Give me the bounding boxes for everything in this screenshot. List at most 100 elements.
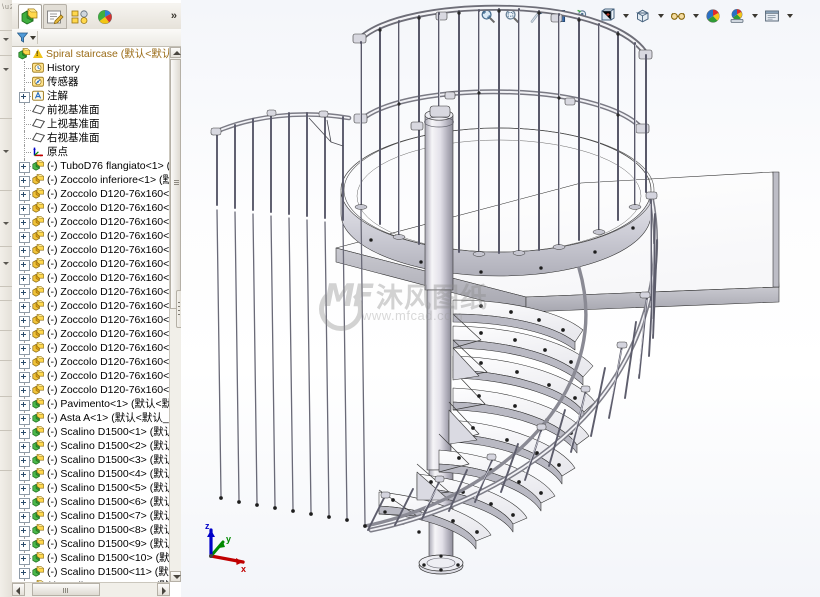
filter-dropdown-arrow[interactable]: [30, 36, 36, 40]
toolbar-overflow-arrow[interactable]: [3, 150, 9, 153]
tree-item[interactable]: 原点: [12, 145, 170, 159]
tree-item[interactable]: (-) Scalino D1500<10> (默认: [12, 551, 170, 565]
tree-item[interactable]: (-) Zoccolo D120-76x160<7: [12, 271, 170, 285]
tree-expander[interactable]: [19, 344, 30, 355]
tree-item[interactable]: (-) Zoccolo D120-76x160<6: [12, 257, 170, 271]
tree-expander[interactable]: [19, 260, 30, 271]
tree-expander[interactable]: [19, 246, 30, 257]
tree-item[interactable]: (-) Pavimento<1> (默认<默: [12, 397, 170, 411]
tree-item[interactable]: (-) Zoccolo D120-76x160<5: [12, 243, 170, 257]
tree-item[interactable]: (-) Zoccolo D120-76x160<9: [12, 299, 170, 313]
scroll-up-arrow[interactable]: [170, 47, 181, 58]
tab-display-manager[interactable]: [93, 4, 117, 29]
tree-expander[interactable]: [19, 386, 30, 397]
tree-item[interactable]: (-) TuboD76 flangiato<1> (: [12, 159, 170, 173]
part-yellow-icon: [32, 300, 45, 311]
tree-item[interactable]: 上视基准面: [12, 117, 170, 131]
part-yellow-icon: [32, 258, 45, 270]
tree-item[interactable]: 前视基准面: [12, 103, 170, 117]
tree-item[interactable]: (-) Zoccolo D120-76x160<1: [12, 383, 170, 397]
scroll-down-arrow[interactable]: [170, 571, 181, 582]
tree-expander[interactable]: [19, 428, 30, 439]
tree-expander[interactable]: [19, 400, 30, 411]
tree-expander[interactable]: [19, 554, 30, 565]
feature-tree[interactable]: Spiral staircase (默认<默认_ History 传感器注解前视基准…: [12, 47, 170, 582]
tree-item[interactable]: (-) Scalino D1500<7> (默认: [12, 509, 170, 523]
toolbar-overflow-arrow[interactable]: [3, 68, 9, 71]
tree-item[interactable]: (-) Zoccolo D120-76x160<4: [12, 229, 170, 243]
tree-expander[interactable]: [19, 288, 30, 299]
graphics-viewport[interactable]: MF 沐风图纸 www.mfcad.com x y z: [181, 0, 820, 597]
tree-expander[interactable]: [19, 456, 30, 467]
tree-expander[interactable]: [19, 302, 30, 313]
tree-item-label: (-) Scalino D1500<3> (默认: [47, 454, 170, 466]
tree-item[interactable]: (-) Zoccolo D120-76x160<1: [12, 313, 170, 327]
tree-item[interactable]: 右视基准面: [12, 131, 170, 145]
tree-item[interactable]: (-) Zoccolo D120-76x160<1: [12, 187, 170, 201]
tree-item[interactable]: (-) Scalino D1500<6> (默认: [12, 495, 170, 509]
tree-item[interactable]: (-) Scalino D1500<9> (默认: [12, 537, 170, 551]
tree-expander[interactable]: [19, 316, 30, 327]
tree-item-label: (-) Zoccolo D120-76x160<1: [47, 384, 170, 396]
tree-item[interactable]: (-) Asta A<1> (默认<默认_显: [12, 411, 170, 425]
tree-item-label: (-) Scalino D1500<11> (默认: [47, 566, 170, 578]
tree-expander[interactable]: [19, 274, 30, 285]
tree-expander[interactable]: [19, 190, 30, 201]
tree-expander[interactable]: [19, 218, 30, 229]
feature-tree-filter-bar[interactable]: [12, 29, 181, 47]
tree-expander[interactable]: [19, 176, 30, 187]
tree-expander[interactable]: [19, 442, 30, 453]
tree-expander[interactable]: [19, 498, 30, 509]
tree-hscroll-thumb[interactable]: [32, 583, 100, 596]
tree-horizontal-scrollbar[interactable]: [12, 582, 170, 597]
tabs-overflow-chevron[interactable]: »: [171, 10, 177, 22]
tree-expander[interactable]: [19, 540, 30, 551]
tree-expander[interactable]: [19, 92, 30, 103]
tree-item[interactable]: (-) Scalino D1500<2> (默认: [12, 439, 170, 453]
tree-item[interactable]: History: [12, 61, 170, 75]
tree-item[interactable]: 注解: [12, 89, 170, 103]
tree-item[interactable]: (-) Zoccolo inferiore<1> (默: [12, 173, 170, 187]
toolbar-overflow-arrow[interactable]: [3, 222, 9, 225]
tree-expander[interactable]: [19, 470, 30, 481]
tree-expander[interactable]: [19, 414, 30, 425]
tree-item[interactable]: (-) Zoccolo D120-76x160<8: [12, 285, 170, 299]
tree-expander[interactable]: [19, 484, 30, 495]
tree-expander[interactable]: [19, 512, 30, 523]
tree-expander[interactable]: [19, 372, 30, 383]
tree-item[interactable]: (-) Zoccolo D120-76x160<2: [12, 201, 170, 215]
tree-item[interactable]: (-) Scalino D1500<8> (默认: [12, 523, 170, 537]
tree-item[interactable]: 传感器: [12, 75, 170, 89]
toolbar-overflow-arrow[interactable]: [3, 38, 9, 41]
tree-connector: [24, 124, 31, 125]
tree-scroll-thumb[interactable]: [170, 59, 181, 309]
tree-item[interactable]: (-) Scalino D1500<4> (默认: [12, 467, 170, 481]
tab-property-manager[interactable]: [43, 4, 67, 29]
tree-item[interactable]: (-) Zoccolo D120-76x160<3: [12, 215, 170, 229]
tree-item[interactable]: (-) Zoccolo D120-76x160<1: [12, 327, 170, 341]
tree-item[interactable]: (-) Scalino D1500<3> (默认: [12, 453, 170, 467]
tree-expander[interactable]: [19, 232, 30, 243]
part-yellow-icon: [32, 202, 45, 214]
tree-item[interactable]: (-) Scalino D1500<1> (默认: [12, 425, 170, 439]
tab-configuration-manager[interactable]: [68, 4, 92, 29]
tree-expander[interactable]: [19, 330, 30, 341]
tree-item[interactable]: (-) Zoccolo D120-76x160<1: [12, 369, 170, 383]
spiral-staircase-model[interactable]: [181, 0, 820, 597]
tree-expander[interactable]: [19, 204, 30, 215]
scroll-right-arrow[interactable]: [157, 583, 170, 596]
tree-item[interactable]: (-) Zoccolo D120-76x160<1: [12, 341, 170, 355]
tab-feature-manager-design-tree[interactable]: [18, 4, 42, 29]
tree-item-label: (-) Scalino D1500<4> (默认: [47, 468, 170, 480]
tree-expander[interactable]: [19, 358, 30, 369]
tree-item[interactable]: (-) Zoccolo D120-76x160<1: [12, 355, 170, 369]
tree-item[interactable]: (-) Scalino D1500<11> (默认: [12, 565, 170, 579]
tree-expander[interactable]: [19, 162, 30, 173]
tree-item[interactable]: Spiral staircase (默认<默认_: [12, 47, 170, 61]
tree-expander[interactable]: [19, 568, 30, 579]
tree-expander[interactable]: [19, 526, 30, 537]
scroll-left-arrow[interactable]: [12, 583, 25, 596]
toolbar-overflow-arrow[interactable]: [3, 262, 9, 265]
tree-item[interactable]: (-) Scalino D1500<5> (默认: [12, 481, 170, 495]
tree-connector: [24, 138, 31, 139]
